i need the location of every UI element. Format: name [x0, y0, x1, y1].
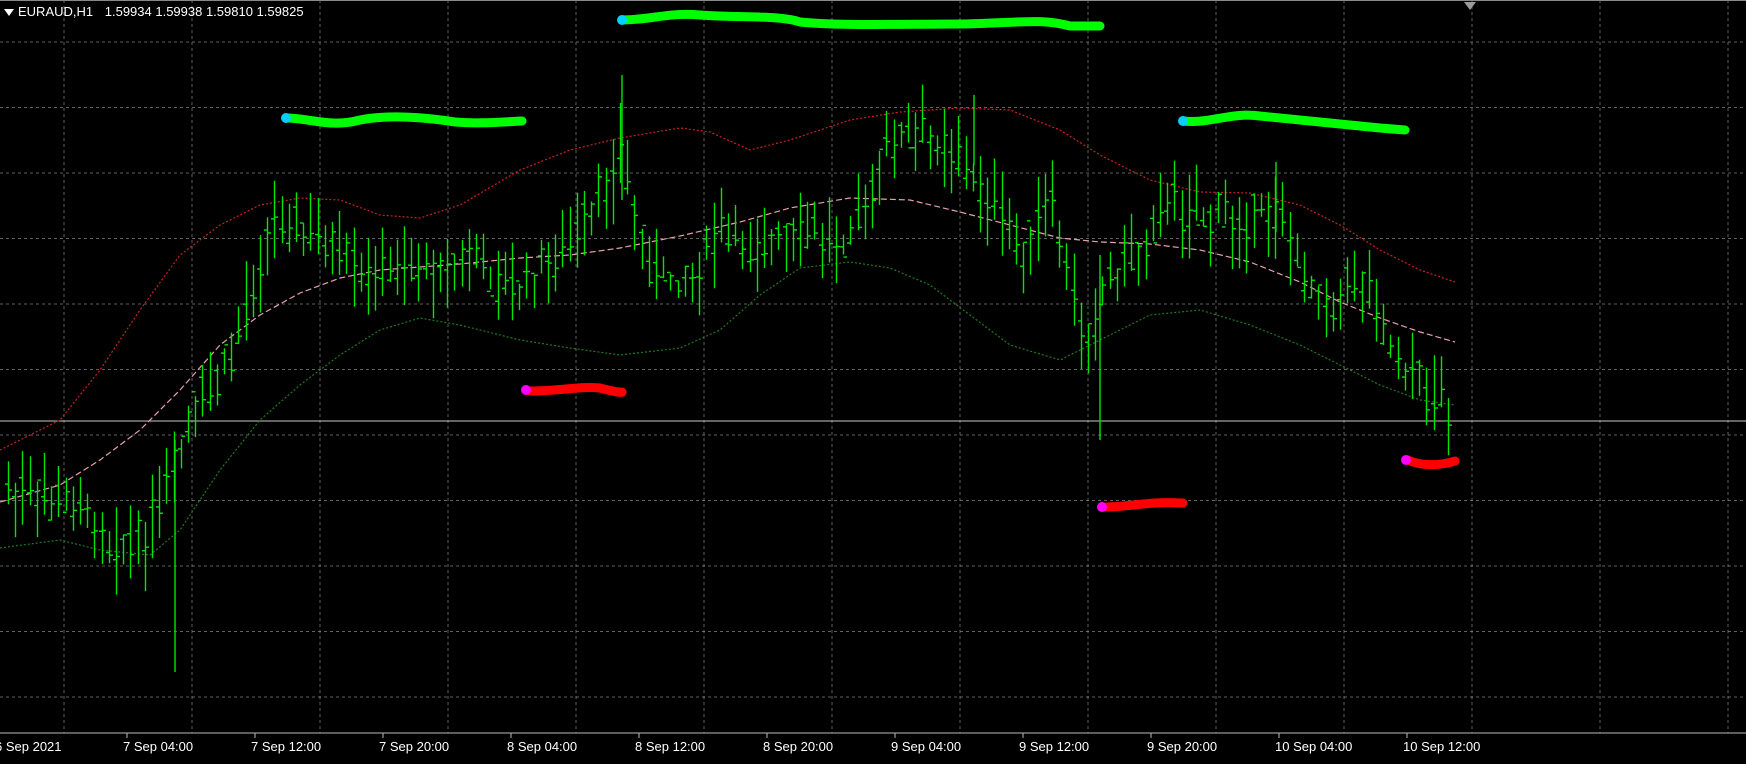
magenta-marker [521, 385, 531, 395]
symbol-label: EURAUD,H1 [18, 4, 94, 19]
time-axis-label: 9 Sep 20:00 [1147, 739, 1217, 754]
drawn-support-stroke [1101, 498, 1188, 512]
time-axis-label: 8 Sep 12:00 [635, 739, 705, 754]
time-axis-label: 10 Sep 04:00 [1275, 739, 1352, 754]
time-axis-label: 8 Sep 20:00 [763, 739, 833, 754]
time-axis-label: 8 Sep 04:00 [507, 739, 577, 754]
time-axis-label: 7 Sep 20:00 [379, 739, 449, 754]
triangle-down-icon[interactable] [1464, 2, 1476, 10]
magenta-marker [1097, 502, 1107, 512]
price-chart[interactable]: 6 Sep 2021 7 Sep 04:00 7 Sep 12:00 7 Sep 20… [0, 0, 1746, 764]
magenta-marker [1401, 455, 1411, 465]
time-axis-label: 7 Sep 12:00 [251, 739, 321, 754]
ohlc-readout: 1.59934 1.59938 1.59810 1.59825 [104, 4, 304, 19]
chart-title-bar: EURAUD,H1 1.59934 1.59938 1.59810 1.5982… [4, 4, 304, 19]
triangle-down-icon[interactable] [4, 8, 14, 16]
time-axis-label: 9 Sep 12:00 [1019, 739, 1089, 754]
time-axis-label: 6 Sep 2021 [0, 739, 62, 754]
time-axis-label: 10 Sep 12:00 [1403, 739, 1480, 754]
bollinger-upper-line [0, 107, 1456, 451]
time-axis-label: 9 Sep 04:00 [891, 739, 961, 754]
drawn-resistance-stroke [281, 112, 527, 128]
drawn-support-stroke [525, 383, 627, 397]
chart-window[interactable]: 6 Sep 2021 7 Sep 04:00 7 Sep 12:00 7 Sep 20… [0, 0, 1746, 764]
drawn-support-stroke [1403, 455, 1460, 470]
cyan-marker [281, 113, 291, 123]
time-axis-label: 7 Sep 04:00 [123, 739, 193, 754]
bollinger-lower-line [0, 261, 1456, 556]
drawn-resistance-stroke [617, 9, 1105, 31]
cyan-marker [617, 15, 627, 25]
cyan-marker [1178, 116, 1188, 126]
